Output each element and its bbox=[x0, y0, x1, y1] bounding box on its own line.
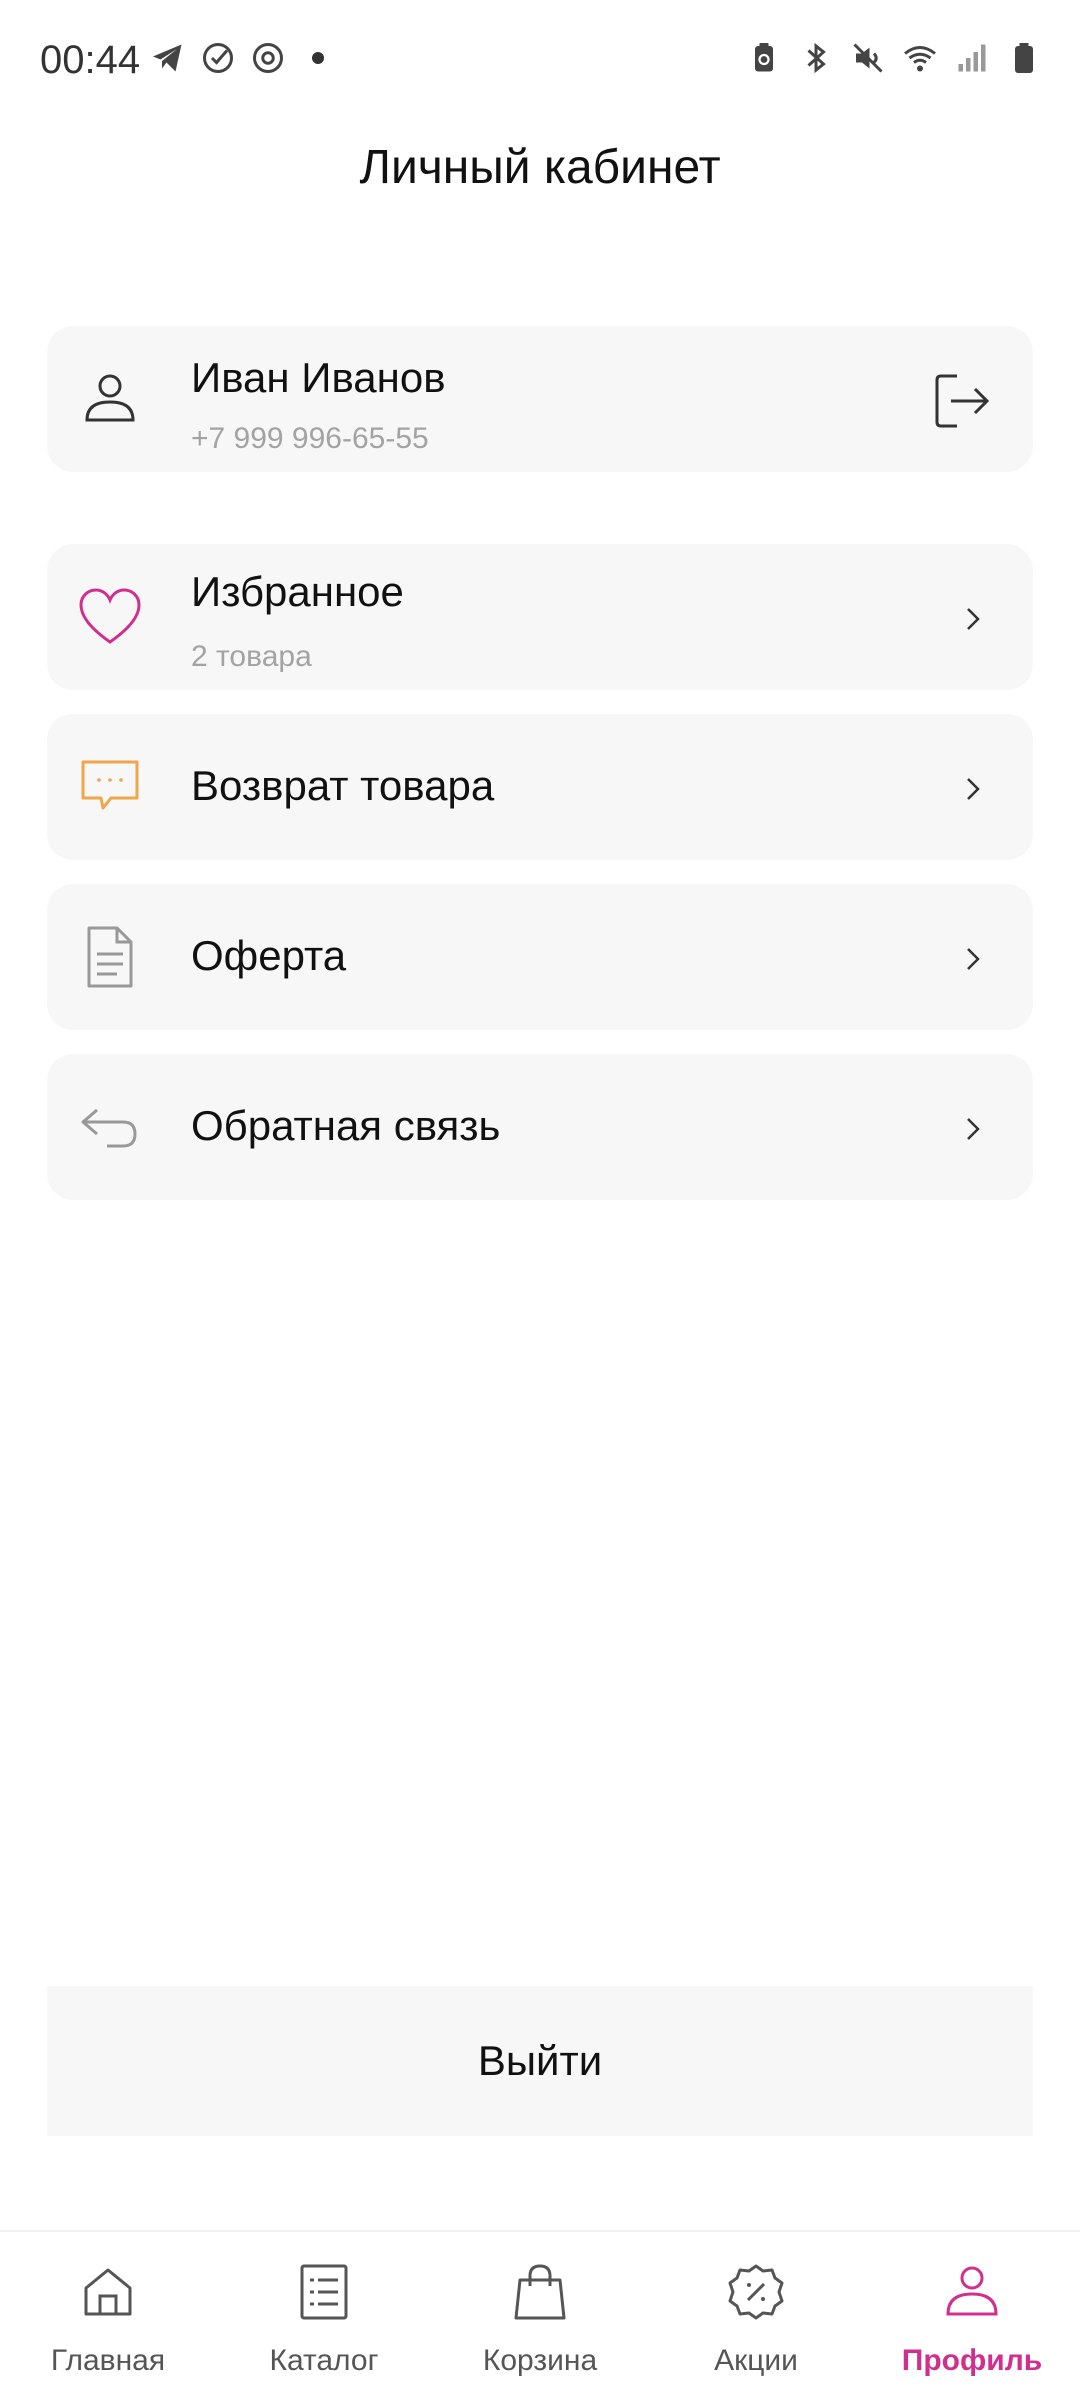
dot-icon bbox=[312, 52, 324, 64]
user-icon bbox=[946, 2266, 998, 2316]
wifi-icon bbox=[904, 46, 936, 72]
nav-label-catalog: Каталог bbox=[269, 2344, 379, 2377]
nav-label-profile: Профиль bbox=[901, 2344, 1043, 2377]
bag-icon bbox=[514, 2264, 566, 2320]
menu-item-feedback[interactable]: Обратная связь bbox=[47, 1054, 1033, 1200]
nav-item-promotions[interactable]: Акции bbox=[648, 2232, 864, 2400]
returns-label: Возврат товара bbox=[191, 762, 495, 809]
check-circle-icon bbox=[203, 43, 233, 73]
sync-icon bbox=[253, 43, 283, 73]
nav-item-catalog[interactable]: Каталог bbox=[216, 2232, 432, 2400]
exit-button[interactable]: Выйти bbox=[47, 1986, 1033, 2136]
bottom-nav: Главная Каталог Корзина Акции Профиль bbox=[0, 2230, 1080, 2400]
status-notification-icons bbox=[150, 40, 324, 76]
nav-label-home: Главная bbox=[50, 2344, 166, 2377]
mute-icon bbox=[853, 43, 883, 73]
menu-item-returns[interactable]: Возврат товара bbox=[47, 714, 1033, 860]
page-title: Личный кабинет bbox=[359, 141, 721, 194]
chevron-right-icon bbox=[967, 608, 980, 630]
nav-label-cart: Корзина bbox=[482, 2344, 598, 2377]
profile-phone: +7 999 996-65-55 bbox=[191, 422, 429, 455]
home-icon bbox=[84, 2268, 132, 2316]
catalog-icon bbox=[300, 2264, 348, 2320]
chevron-right-icon bbox=[967, 778, 980, 800]
chevron-right-icon bbox=[967, 948, 980, 970]
favorites-count: 2 товара bbox=[191, 640, 312, 673]
nav-label-promotions: Акции bbox=[714, 2344, 798, 2377]
nav-item-profile[interactable]: Профиль bbox=[864, 2232, 1080, 2400]
heart-icon bbox=[79, 588, 141, 644]
nav-item-cart[interactable]: Корзина bbox=[432, 2232, 648, 2400]
user-icon bbox=[85, 374, 135, 422]
logout-icon[interactable] bbox=[931, 370, 993, 432]
chevron-right-icon bbox=[967, 1118, 980, 1140]
status-system-icons bbox=[746, 40, 1042, 76]
battery-icon bbox=[1015, 43, 1033, 73]
reply-icon bbox=[81, 1108, 137, 1148]
offer-label: Оферта bbox=[191, 932, 347, 979]
battery-saver-icon bbox=[755, 43, 773, 72]
document-icon bbox=[87, 926, 133, 988]
nav-item-home[interactable]: Главная bbox=[0, 2232, 216, 2400]
status-bar: 00:44 bbox=[0, 0, 1080, 120]
discount-icon bbox=[728, 2264, 784, 2320]
bluetooth-icon bbox=[807, 42, 826, 74]
feedback-label: Обратная связь bbox=[191, 1102, 501, 1149]
favorites-label: Избранное bbox=[191, 568, 404, 615]
menu-item-offer[interactable]: Оферта bbox=[47, 884, 1033, 1030]
chat-bubble-icon bbox=[81, 760, 139, 810]
profile-name: Иван Иванов bbox=[191, 354, 446, 401]
menu-item-favorites[interactable]: Избранное 2 товара bbox=[47, 544, 1033, 690]
status-time: 00:44 bbox=[40, 38, 141, 82]
profile-card[interactable]: Иван Иванов +7 999 996-65-55 bbox=[47, 326, 1033, 472]
signal-icon bbox=[958, 44, 986, 72]
telegram-icon bbox=[153, 44, 182, 72]
